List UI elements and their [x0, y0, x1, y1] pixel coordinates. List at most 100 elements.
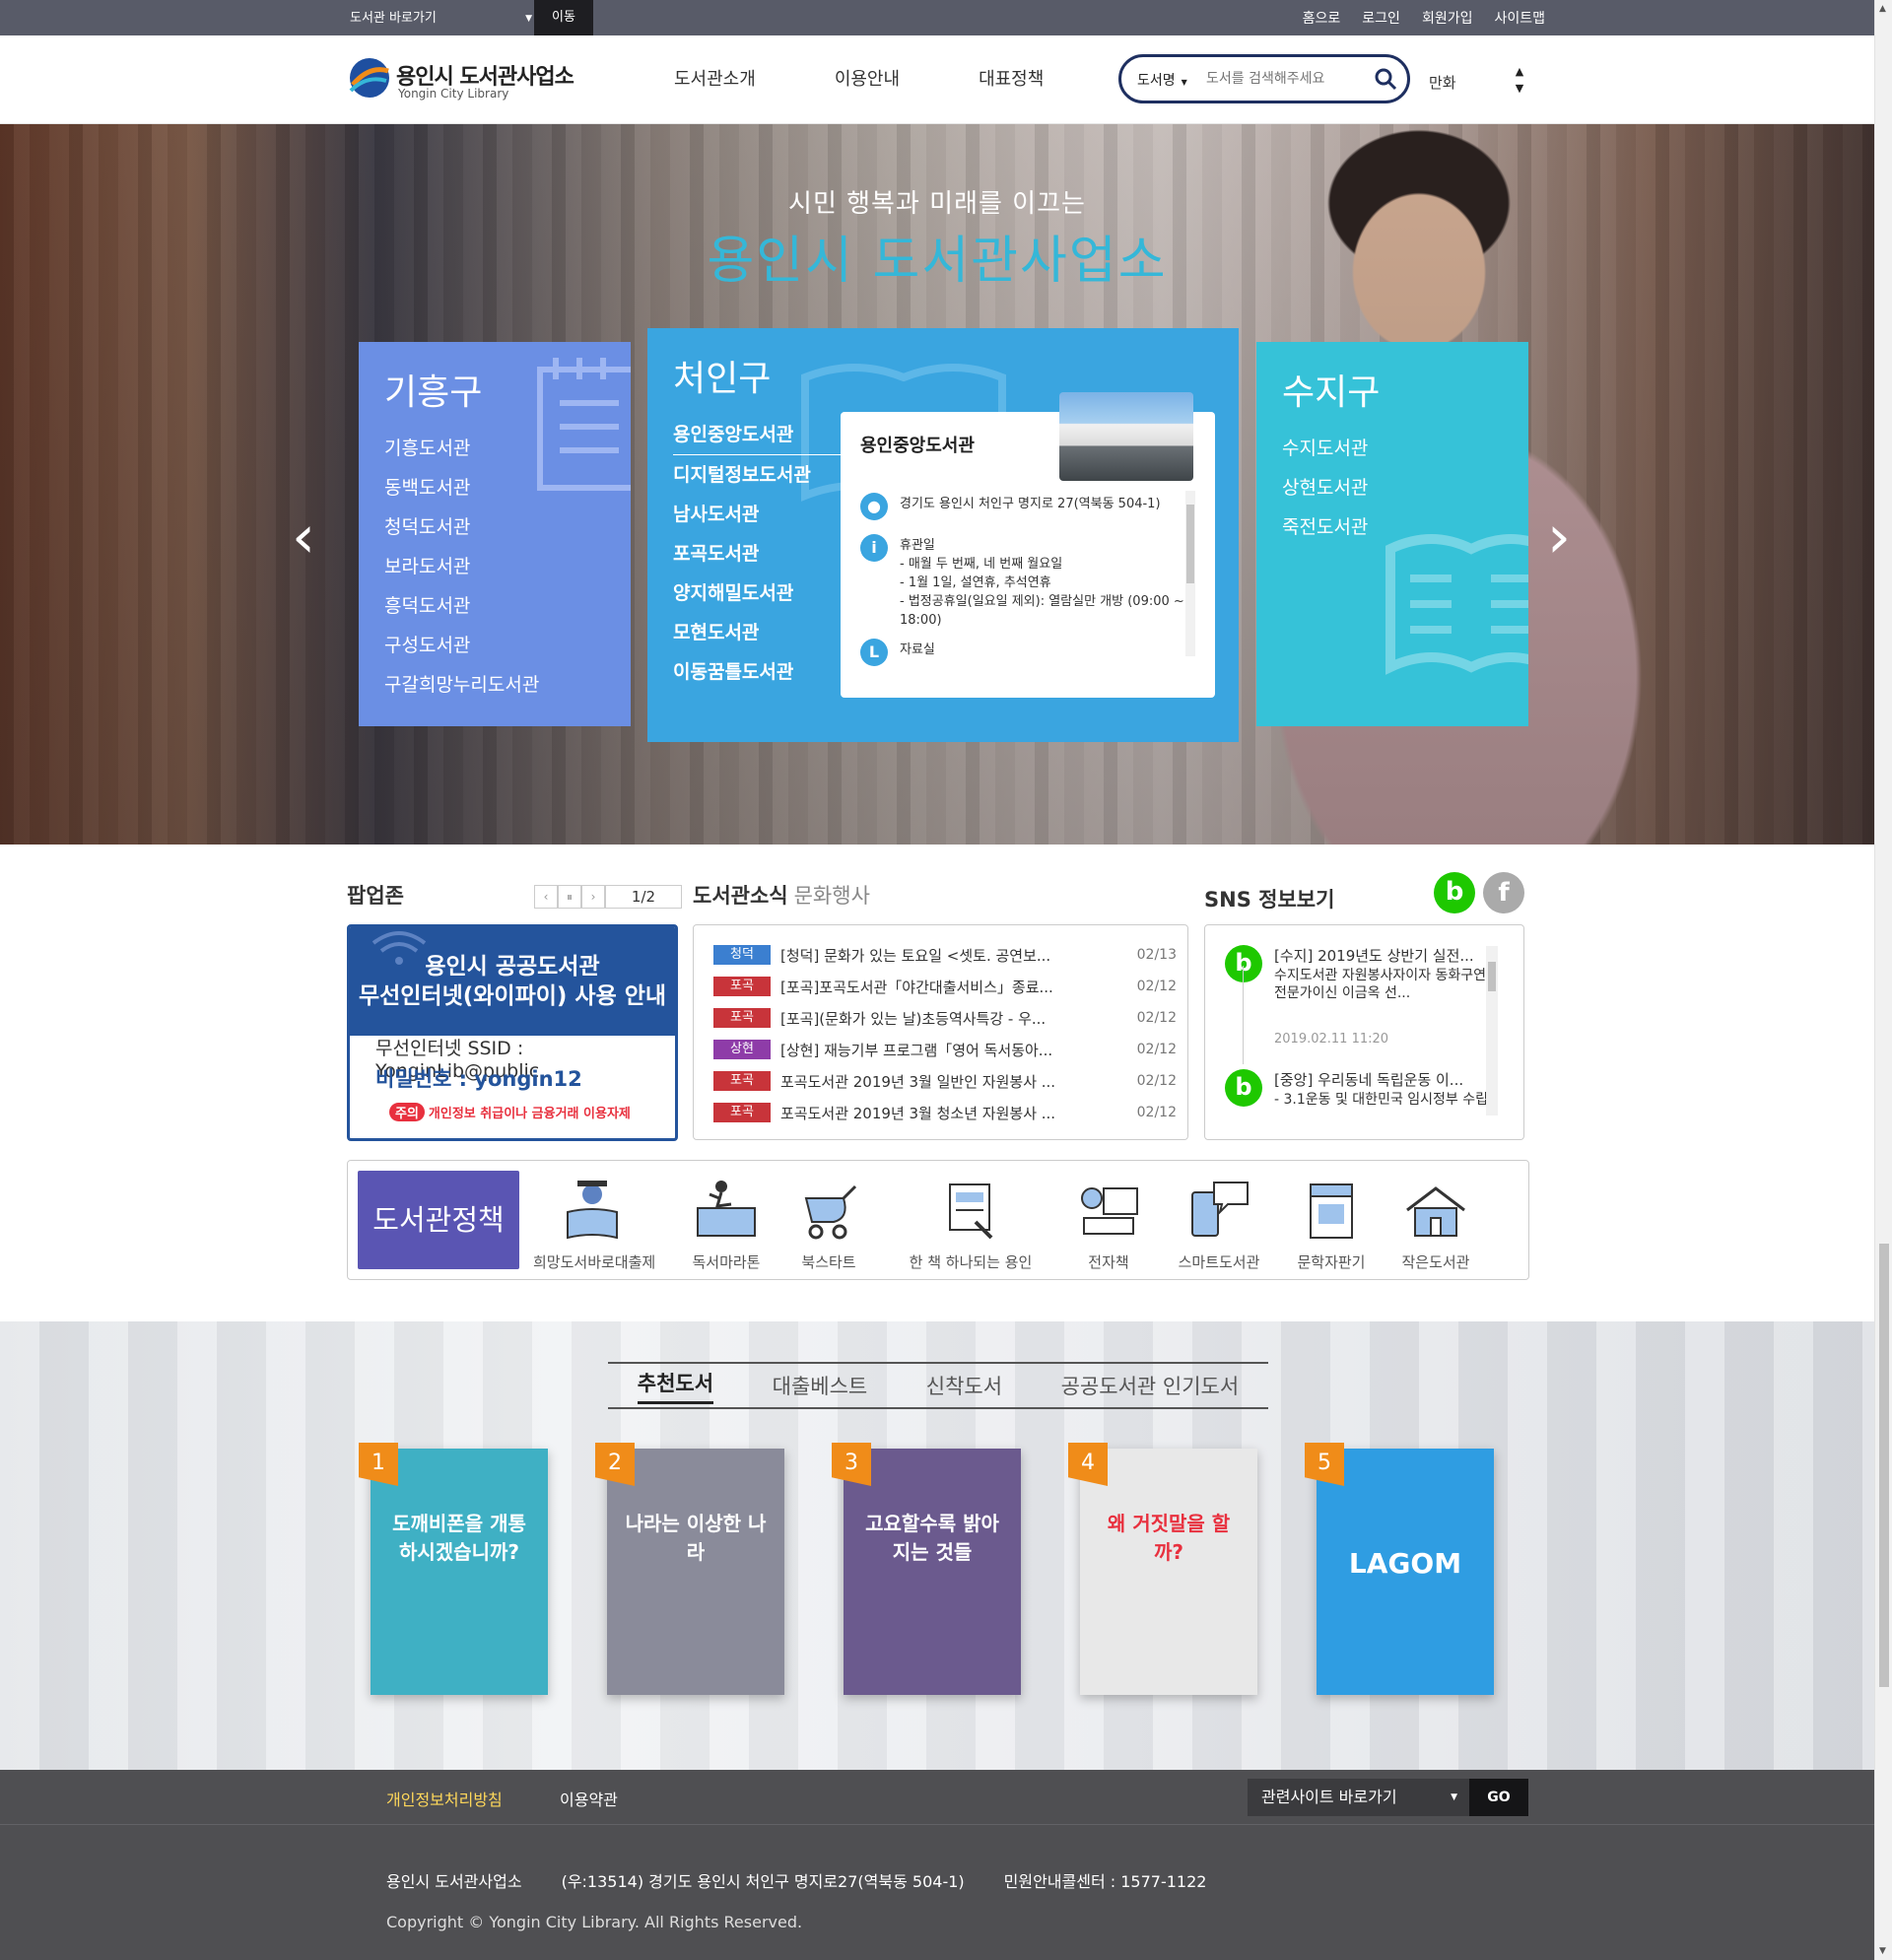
- reading-student-icon: [567, 1181, 618, 1240]
- library-building-photo: [1059, 392, 1193, 481]
- chevron-right-icon[interactable]: ›: [1547, 503, 1571, 572]
- library-link-cheongdeok[interactable]: 청덕도서관: [384, 507, 539, 547]
- chevron-left-icon[interactable]: ‹: [534, 885, 558, 909]
- caret-down-icon[interactable]: ▼: [1513, 80, 1526, 97]
- scrollbar-thumb[interactable]: [1879, 1244, 1889, 1687]
- library-link-yongin-central[interactable]: 용인중앙도서관: [673, 415, 841, 455]
- policy-label: 문학자판기: [1297, 1253, 1366, 1271]
- tab-recommended[interactable]: 추천도서: [637, 1368, 714, 1404]
- book-cover[interactable]: 2 나라는 이상한 나라: [595, 1443, 784, 1695]
- chevron-right-icon[interactable]: ›: [581, 885, 605, 909]
- policy-small-library[interactable]: 작은도서관: [1377, 1179, 1495, 1272]
- nav-usage-guide[interactable]: 이용안내: [835, 65, 900, 91]
- privacy-policy-link[interactable]: 개인정보처리방침: [386, 1787, 503, 1810]
- tab-new-arrivals[interactable]: 신착도서: [926, 1371, 1002, 1400]
- sitemap-link[interactable]: 사이트맵: [1494, 8, 1545, 28]
- book-cover[interactable]: 4왜 거짓말을 할까?: [1068, 1443, 1257, 1695]
- news-item[interactable]: 포곡 포곡도서관 2019년 3월 일반인 자원봉사 ... 02/12: [713, 1065, 1177, 1097]
- home-link[interactable]: 홈으로: [1303, 8, 1341, 28]
- popular-keyword[interactable]: 만화: [1429, 72, 1456, 93]
- policy-one-book[interactable]: 한 책 하나되는 용인: [892, 1179, 1049, 1272]
- keyword-scroll-arrows[interactable]: ▲ ▼: [1513, 63, 1526, 99]
- tab-loan-best[interactable]: 대출베스트: [773, 1371, 868, 1400]
- search-category-select[interactable]: 도서명 ▼: [1137, 70, 1187, 90]
- policy-ebook[interactable]: 전자책: [1049, 1179, 1168, 1272]
- news-item[interactable]: 상현 [상현] 재능기부 프로그램「영어 독서동아... 02/12: [713, 1034, 1177, 1065]
- news-title-text: 포곡도서관 2019년 3월 일반인 자원봉사 ...: [780, 1072, 1056, 1091]
- library-link-yangji[interactable]: 양지해밀도서관: [673, 574, 841, 613]
- library-link-giheung[interactable]: 기흥도서관: [384, 429, 539, 468]
- login-link[interactable]: 로그인: [1362, 8, 1400, 28]
- library-link-mohyeon[interactable]: 모현도서관: [673, 613, 841, 652]
- policy-label: 독서마라톤: [692, 1253, 761, 1271]
- news-title-text: [청덕] 문화가 있는 토요일 <셋토. 공연보...: [780, 946, 1051, 965]
- nav-main-policy[interactable]: 대표정책: [979, 65, 1044, 91]
- news-tag: 상현: [713, 1040, 771, 1059]
- blog-icon[interactable]: b: [1434, 872, 1475, 913]
- open-book-icon: [1385, 534, 1528, 675]
- book-cover[interactable]: 3 고요할수록 밝아지는 것들: [832, 1443, 1021, 1695]
- library-link-heungdeok[interactable]: 흥덕도서관: [384, 586, 539, 626]
- site-logo[interactable]: 용인시 도서관사업소 Yongin City Library: [347, 53, 593, 108]
- policy-reading-marathon[interactable]: 독서마라톤: [667, 1179, 785, 1272]
- blog-icon: b: [1225, 945, 1262, 982]
- wifi-popup-banner[interactable]: 용인시 공공도서관 무선인터넷(와이파이) 사용 안내 무선인터넷 SSID :…: [347, 924, 678, 1141]
- news-tag: 청덕: [713, 945, 771, 965]
- library-link-dongbaek[interactable]: 동백도서관: [384, 468, 539, 507]
- book-cover[interactable]: 5 LAGOM: [1305, 1443, 1494, 1695]
- library-link-pogok[interactable]: 포곡도서관: [673, 534, 841, 574]
- news-tab-library-news[interactable]: 도서관소식: [693, 884, 788, 908]
- news-item[interactable]: 포곡 포곡도서관 2019년 3월 청소년 자원봉사 ... 02/12: [713, 1097, 1177, 1128]
- news-tag: 포곡: [713, 1008, 771, 1028]
- search-bar: 도서명 ▼: [1118, 54, 1410, 103]
- hero-subtitle: 시민 행복과 미래를 이끄는: [788, 189, 1086, 219]
- terms-link[interactable]: 이용약관: [560, 1787, 618, 1810]
- library-link-gugal[interactable]: 구갈희망누리도서관: [384, 665, 539, 705]
- library-link-bora[interactable]: 보라도서관: [384, 547, 539, 586]
- scroll-up-icon[interactable]: ▲: [1879, 4, 1886, 14]
- utility-links: 홈으로 로그인 회원가입 사이트맵: [1303, 0, 1545, 35]
- library-link-namsa[interactable]: 남사도서관: [673, 495, 841, 534]
- library-link-guseong[interactable]: 구성도서관: [384, 626, 539, 665]
- library-link-jukjeon[interactable]: 죽전도서관: [1282, 507, 1368, 547]
- search-input[interactable]: [1206, 67, 1364, 91]
- facebook-icon[interactable]: f: [1483, 872, 1524, 913]
- library-shortcut-select[interactable]: 도서관 바로가기 ▼: [350, 6, 532, 32]
- page-scrollbar[interactable]: ▲ ▼: [1874, 0, 1892, 1960]
- caret-up-icon[interactable]: ▲: [1513, 63, 1526, 80]
- pause-icon[interactable]: ⏸: [558, 885, 581, 909]
- banner-line-2: 무선인터넷(와이파이) 사용 안내: [358, 983, 667, 1009]
- chevron-left-icon[interactable]: ‹: [292, 503, 315, 572]
- policy-hope-book[interactable]: 희망도서바로대출제: [533, 1179, 655, 1272]
- library-link-sanghyeon[interactable]: 상현도서관: [1282, 468, 1368, 507]
- search-category-label: 도서명: [1137, 73, 1176, 89]
- hours-title: 자료실: [900, 642, 935, 656]
- signup-link[interactable]: 회원가입: [1422, 8, 1473, 28]
- sns-scrollbar[interactable]: [1486, 946, 1498, 1115]
- popup-pager: ‹ ⏸ › 1/2: [534, 885, 682, 909]
- news-box: 청덕 [청덕] 문화가 있는 토요일 <셋토. 공연보... 02/13 포곡 [포곡]…: [693, 924, 1188, 1140]
- policy-literature-vending[interactable]: 문학자판기: [1272, 1179, 1390, 1272]
- library-link-idong[interactable]: 이동꿈틀도서관: [673, 652, 841, 692]
- scroll-down-icon[interactable]: ▼: [1879, 1946, 1886, 1956]
- search-icon[interactable]: [1374, 67, 1397, 91]
- library-link-digital[interactable]: 디지털정보도서관: [673, 455, 841, 495]
- nav-library-intro[interactable]: 도서관소개: [674, 65, 756, 91]
- policy-bookstart[interactable]: 북스타트: [770, 1179, 888, 1272]
- policy-smart-library[interactable]: 스마트도서관: [1160, 1179, 1278, 1272]
- book-cover[interactable]: 1 도깨비폰을 개통하시겠습니까?: [359, 1443, 548, 1695]
- library-link-suji[interactable]: 수지도서관: [1282, 429, 1368, 468]
- related-sites-go-button[interactable]: GO: [1469, 1779, 1528, 1816]
- news-item[interactable]: 포곡 [포곡]포곡도서관「야간대출서비스」종료... 02/12: [713, 971, 1177, 1002]
- news-tag: 포곡: [713, 1103, 771, 1122]
- news-date: 02/13: [1136, 947, 1177, 963]
- news-item[interactable]: 포곡 [포곡](문화가 있는 날)초등역사특강 - 우... 02/12: [713, 1002, 1177, 1034]
- news-item[interactable]: 청덕 [청덕] 문화가 있는 토요일 <셋토. 공연보... 02/13: [713, 939, 1177, 971]
- wifi-password: 비밀번호 : yongin12: [375, 1067, 582, 1091]
- info-card-scrollbar[interactable]: [1185, 491, 1195, 656]
- news-tab-culture-events[interactable]: 문화행사: [794, 884, 870, 908]
- library-go-button[interactable]: 이동: [534, 0, 593, 35]
- tab-public-popular[interactable]: 공공도서관 인기도서: [1061, 1371, 1240, 1400]
- closed-days-title: 휴관일: [900, 538, 935, 553]
- related-sites-select[interactable]: 관련사이트 바로가기 ▼: [1248, 1779, 1469, 1816]
